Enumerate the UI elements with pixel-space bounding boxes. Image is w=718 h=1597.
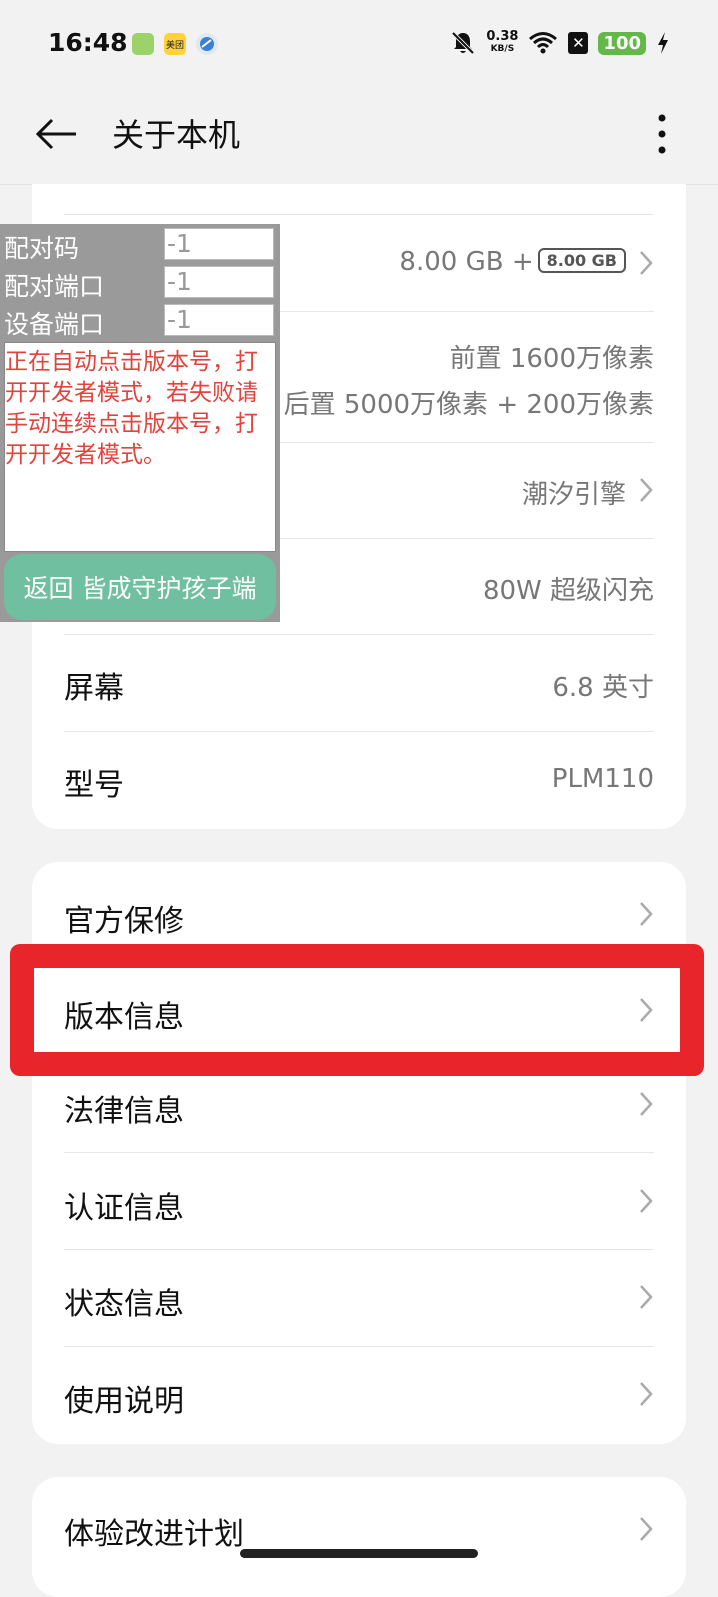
overlay-message-box: 正在自动点击版本号，打开开发者模式，若失败请手动连续点击版本号，打开开发者模式。 — [4, 342, 276, 552]
screen-row: 屏幕 6.8 英寸 — [32, 635, 686, 731]
chevron-right-icon — [640, 1092, 653, 1116]
version-info-highlight — [10, 944, 704, 1076]
pair-port-row: 配对端口 -1 — [0, 264, 280, 301]
list-item-experience-program[interactable]: 体验改进计划 — [32, 1477, 686, 1573]
memory-chip: 8.00 GB — [537, 248, 626, 273]
overlay-message: 正在自动点击版本号，打开开发者模式，若失败请手动连续点击版本号，打开开发者模式。 — [5, 349, 258, 468]
pairing-overlay-panel: 配对码 -1 配对端口 -1 设备端口 -1 正在自动点击版本号，打开开发者模式… — [0, 224, 280, 622]
engine-value: 潮汐引擎 — [521, 480, 626, 510]
app-bar: 关于本机 — [0, 90, 718, 185]
net-speed-unit: KB/S — [490, 44, 515, 54]
net-speed-value: 0.38 — [486, 29, 519, 44]
more-options-icon[interactable] — [650, 112, 674, 156]
browser-notification-icon — [196, 33, 218, 55]
experience-card: 体验改进计划 — [32, 1477, 686, 1597]
pair-code-input[interactable]: -1 — [164, 228, 274, 260]
pair-port-input[interactable]: -1 — [164, 266, 274, 298]
chevron-right-icon — [640, 1382, 653, 1406]
wifi-icon — [529, 32, 558, 54]
chevron-right-icon — [640, 902, 653, 926]
list-item-label: 状态信息 — [64, 1287, 184, 1322]
memory-text: 8.00 GB + — [399, 247, 534, 277]
list-item-label: 法律信息 — [64, 1094, 184, 1129]
meituan-notification-icon: 美团 — [164, 33, 186, 55]
page-title: 关于本机 — [112, 116, 241, 154]
list-item-label: 体验改进计划 — [64, 1517, 244, 1552]
status-icons: 0.38 KB/S ✕ 100 — [450, 30, 670, 56]
list-item-label: 官方保修 — [64, 904, 184, 939]
camera-front-value: 前置 1600万像素 — [449, 344, 654, 374]
pair-code-row: 配对码 -1 — [0, 226, 280, 263]
chevron-right-icon — [640, 1189, 653, 1213]
chevron-right-icon — [640, 478, 653, 502]
camera-rear-value: 后置 5000万像素 + 200万像素 — [283, 390, 654, 420]
screen-label: 屏幕 — [64, 671, 124, 706]
chevron-right-icon — [640, 1517, 653, 1541]
return-to-child-app-button[interactable]: 返回 皆成守护孩子端 — [4, 554, 276, 620]
device-port-row: 设备端口 -1 — [0, 302, 280, 339]
charging-icon — [658, 32, 668, 54]
charging-value: 80W 超级闪充 — [482, 576, 654, 606]
list-item-label: 认证信息 — [64, 1191, 184, 1226]
home-indicator[interactable] — [240, 1549, 478, 1558]
chevron-right-icon — [640, 1285, 653, 1309]
device-port-input[interactable]: -1 — [164, 304, 274, 336]
list-item-user-guide[interactable]: 使用说明 — [32, 1347, 686, 1443]
model-row: 型号 PLM110 — [32, 732, 686, 828]
app-notification-icon — [132, 33, 154, 55]
screen-value: 6.8 英寸 — [552, 673, 654, 703]
status-time: 16:48 — [48, 28, 128, 57]
status-bar: 16:48 美团 0.38 KB/S ✕ 100 — [0, 0, 718, 90]
device-port-label: 设备端口 — [4, 310, 105, 339]
mute-icon — [451, 31, 475, 55]
model-value: PLM110 — [551, 764, 654, 794]
net-speed: 0.38 KB/S — [486, 29, 519, 55]
list-item-status-info[interactable]: 状态信息 — [32, 1250, 686, 1346]
pair-code-label: 配对码 — [4, 234, 80, 263]
chevron-right-icon — [640, 251, 653, 275]
back-arrow-icon[interactable] — [34, 116, 78, 152]
battery-level: 100 — [598, 31, 646, 55]
model-label: 型号 — [64, 768, 124, 803]
sim-off-icon: ✕ — [568, 32, 589, 54]
list-item-certification-info[interactable]: 认证信息 — [32, 1153, 686, 1249]
memory-value: 8.00 GB +8.00 GB — [399, 247, 626, 277]
list-item-label: 使用说明 — [64, 1384, 184, 1419]
pair-port-label: 配对端口 — [4, 272, 105, 301]
